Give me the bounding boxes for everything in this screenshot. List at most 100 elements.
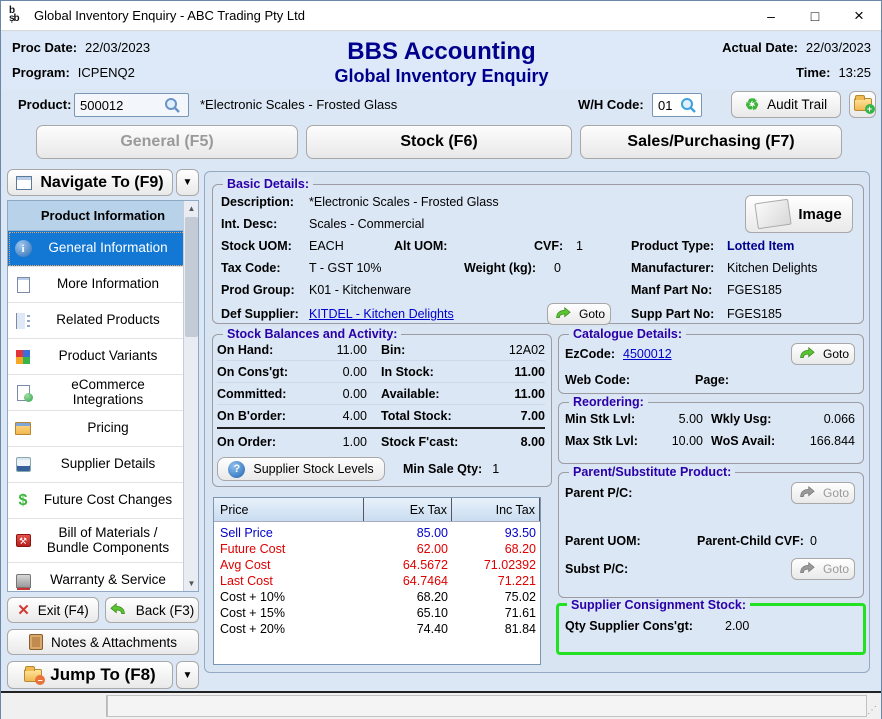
prod-group-value: K01 - Kitchenware <box>309 283 631 297</box>
scroll-down-icon[interactable]: ▼ <box>184 576 199 591</box>
navigate-to-button[interactable]: Navigate To (F9) <box>7 169 173 196</box>
sidebar-item-more-information[interactable]: More Information <box>8 267 198 303</box>
new-folder-button[interactable]: + <box>849 91 876 118</box>
description-label: Description: <box>221 195 309 209</box>
product-type-value: Lotted Item <box>727 239 794 253</box>
product-input[interactable] <box>75 98 163 113</box>
consignment-legend: Supplier Consignment Stock: <box>567 598 750 612</box>
table-row[interactable]: Avg Cost 64.5672 71.02392 <box>214 557 540 573</box>
catalogue-details-group: Catalogue Details: EzCode: 4500012 Goto … <box>558 334 864 394</box>
catalogue-goto-button[interactable]: Goto <box>791 343 855 365</box>
scroll-thumb[interactable] <box>185 217 198 337</box>
tab-stock[interactable]: Stock (F6) <box>306 125 572 159</box>
def-supplier-label: Def Supplier: <box>221 307 309 321</box>
table-row[interactable]: Cost + 20% 74.40 81.84 <box>214 621 540 637</box>
sidebar-item-supplier-details[interactable]: Supplier Details <box>8 447 198 483</box>
image-button[interactable]: Image <box>745 195 853 233</box>
ex-tax-col-header[interactable]: Ex Tax <box>364 498 452 521</box>
jump-to-button[interactable]: – Jump To (F8) <box>7 661 173 689</box>
table-row[interactable]: Cost + 10% 68.20 75.02 <box>214 589 540 605</box>
manufacturer-value: Kitchen Delights <box>727 261 817 275</box>
wh-code-label: W/H Code: <box>578 97 644 112</box>
table-row[interactable]: Future Cost 62.00 68.20 <box>214 541 540 557</box>
sidebar-scrollbar[interactable]: ▲ ▼ <box>183 201 198 591</box>
audit-trail-button[interactable]: ♻ Audit Trail <box>731 91 841 118</box>
wos-avail-value: 166.844 <box>783 434 855 448</box>
def-supplier-link[interactable]: KITDEL - Kitchen Delights <box>309 307 547 321</box>
table-row[interactable]: Sell Price 85.00 93.50 <box>214 525 540 541</box>
subst-pc-label: Subst P/C: <box>565 562 655 576</box>
sidebar-item-related-products[interactable]: Related Products <box>8 303 198 339</box>
time-value: 13:25 <box>838 65 871 80</box>
nav-group-header: Product Information <box>8 201 198 231</box>
on-border-value: 4.00 <box>303 409 367 423</box>
stock-fcast-value: 8.00 <box>461 435 545 449</box>
tab-strip: General (F5) Stock (F6) Sales/Purchasing… <box>2 123 881 163</box>
sidebar-item-product-variants[interactable]: Product Variants <box>8 339 198 375</box>
inc-tax-col-header[interactable]: Inc Tax <box>452 498 540 521</box>
sidebar-item-future-cost-changes[interactable]: $ Future Cost Changes <box>8 483 198 519</box>
committed-value: 0.00 <box>303 387 367 401</box>
reordering-legend: Reordering: <box>569 395 648 409</box>
price-col-header[interactable]: Price <box>214 498 364 521</box>
table-row[interactable]: Cost + 15% 65.10 71.61 <box>214 605 540 621</box>
maximize-button[interactable]: □ <box>793 1 837 31</box>
in-stock-value: 11.00 <box>455 365 545 379</box>
app-logo-icon: bṣb <box>9 7 27 25</box>
back-button[interactable]: Back (F3) <box>105 597 199 623</box>
close-button[interactable]: × <box>837 1 881 31</box>
ezcode-link[interactable]: 4500012 <box>623 347 791 361</box>
exit-button[interactable]: ✕ Exit (F4) <box>7 597 99 623</box>
supplier-goto-button[interactable]: Goto <box>547 303 611 325</box>
stock-fcast-label: Stock F'cast: <box>381 435 461 449</box>
search-icon[interactable] <box>163 96 181 114</box>
min-sale-qty-label: Min Sale Qty: <box>403 462 482 476</box>
parent-goto-button[interactable]: Goto <box>791 482 855 504</box>
price-table-header: Price Ex Tax Inc Tax <box>214 498 540 522</box>
supplier-stock-levels-button[interactable]: ? Supplier Stock Levels <box>217 457 385 481</box>
status-bar: ⋰ <box>1 691 881 719</box>
subst-goto-button[interactable]: Goto <box>791 558 855 580</box>
basic-details-group: Basic Details: Description: *Electronic … <box>212 184 864 324</box>
int-desc-value: Scales - Commercial <box>309 217 424 231</box>
navigation-list: Product Information i General Informatio… <box>7 200 199 592</box>
parent-child-cvf-value: 0 <box>810 534 817 548</box>
sidebar-item-pricing[interactable]: Pricing <box>8 411 198 447</box>
in-stock-label: In Stock: <box>381 365 455 379</box>
minimize-button[interactable]: – <box>749 1 793 31</box>
cvf-value: 1 <box>576 239 631 253</box>
navigate-dropdown-button[interactable]: ▼ <box>176 169 199 196</box>
search-icon[interactable] <box>679 96 697 114</box>
recycle-icon: ♻ <box>745 95 759 115</box>
scroll-up-icon[interactable]: ▲ <box>184 201 199 216</box>
jump-to-dropdown-button[interactable]: ▼ <box>176 661 199 689</box>
stock-uom-label: Stock UOM: <box>221 239 309 253</box>
goto-arrow-icon <box>797 562 815 576</box>
sidebar-item-warranty-service[interactable]: Warranty & Service <box>8 563 198 599</box>
sidebar-item-bill-of-materials[interactable]: ⚒ Bill of Materials / Bundle Components <box>8 519 198 563</box>
min-stk-value: 5.00 <box>643 412 703 426</box>
on-consgt-label: On Cons'gt: <box>217 365 303 379</box>
bin-value: 12A02 <box>455 343 545 357</box>
goto-arrow-icon <box>797 347 815 361</box>
tax-code-label: Tax Code: <box>221 261 309 275</box>
available-label: Available: <box>381 387 455 401</box>
resize-grip[interactable]: ⋰ <box>867 705 879 717</box>
supplier-icon <box>16 457 31 472</box>
on-order-value: 1.00 <box>303 435 367 449</box>
tab-general[interactable]: General (F5) <box>36 125 298 159</box>
parent-child-cvf-label: Parent-Child CVF: <box>697 534 804 548</box>
min-sale-qty-value: 1 <box>492 462 499 476</box>
bin-label: Bin: <box>381 343 455 357</box>
table-row[interactable]: Last Cost 64.7464 71.221 <box>214 573 540 589</box>
stock-balances-group: Stock Balances and Activity: On Hand: 11… <box>212 334 552 487</box>
sidebar-item-ecommerce-integrations[interactable]: eCommerce Integrations <box>8 375 198 411</box>
back-arrow-icon <box>110 603 128 617</box>
sidebar-item-general-information[interactable]: i General Information <box>8 231 198 267</box>
time-label: Time: <box>796 65 830 80</box>
warranty-icon <box>16 574 31 588</box>
tab-sales-purchasing[interactable]: Sales/Purchasing (F7) <box>580 125 842 159</box>
on-consgt-value: 0.00 <box>303 365 367 379</box>
wh-code-input[interactable] <box>653 98 679 113</box>
notes-attachments-button[interactable]: Notes & Attachments <box>7 629 199 655</box>
